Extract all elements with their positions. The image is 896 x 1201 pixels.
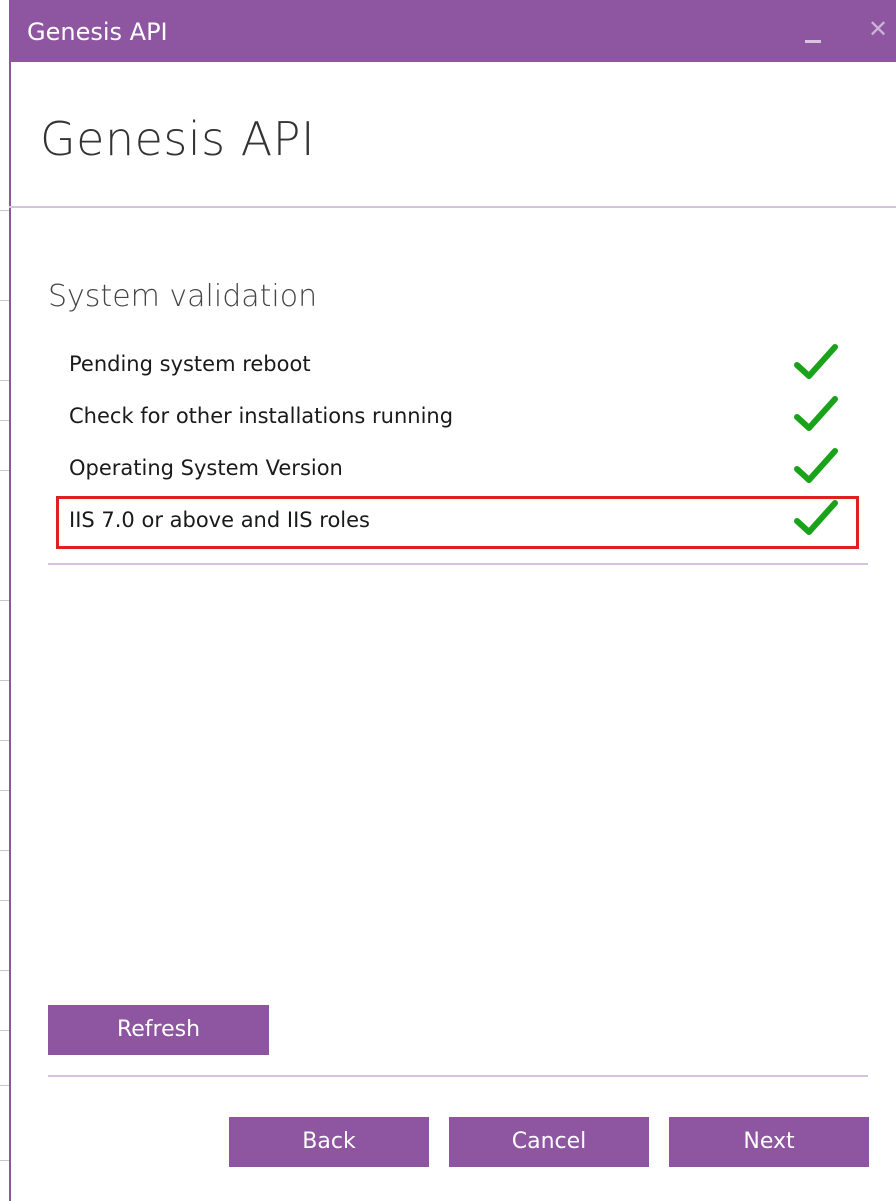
validation-item: Check for other installations running bbox=[56, 392, 859, 440]
header-divider bbox=[9, 206, 896, 208]
installer-window: Genesis API ✕ Genesis API System validat… bbox=[0, 0, 896, 1201]
checkmark-icon bbox=[794, 500, 838, 535]
validation-item-label: Check for other installations running bbox=[69, 404, 454, 428]
validation-item-label: Operating System Version bbox=[69, 456, 343, 480]
cancel-button[interactable]: Cancel bbox=[449, 1117, 649, 1167]
validation-item: Pending system reboot bbox=[56, 340, 859, 388]
title-bar: Genesis API ✕ bbox=[9, 0, 896, 62]
checkmark-icon bbox=[794, 344, 838, 379]
validation-item-highlighted: IIS 7.0 or above and IIS roles bbox=[56, 496, 859, 549]
background-window-edge bbox=[0, 0, 11, 1201]
minimize-icon[interactable] bbox=[799, 18, 827, 46]
page-title: Genesis API bbox=[40, 112, 316, 166]
validation-item-label: Pending system reboot bbox=[69, 352, 311, 376]
section-title: System validation bbox=[48, 279, 318, 314]
checkmark-icon bbox=[794, 396, 838, 431]
close-icon[interactable]: ✕ bbox=[865, 16, 891, 42]
refresh-button[interactable]: Refresh bbox=[48, 1005, 269, 1055]
checkmark-icon bbox=[794, 448, 838, 483]
back-button[interactable]: Back bbox=[229, 1117, 429, 1167]
footer-divider bbox=[48, 1075, 868, 1077]
validation-item: Operating System Version bbox=[56, 444, 859, 492]
validation-item-label: IIS 7.0 or above and IIS roles bbox=[69, 508, 370, 532]
list-divider bbox=[48, 563, 868, 565]
window-title: Genesis API bbox=[27, 18, 168, 46]
next-button[interactable]: Next bbox=[669, 1117, 869, 1167]
